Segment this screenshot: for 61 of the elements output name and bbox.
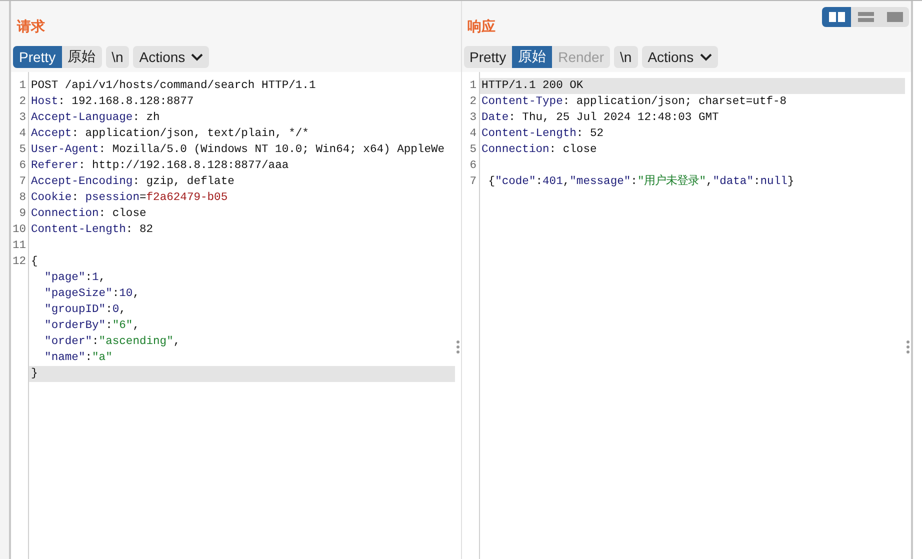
newline-button[interactable]: \n: [106, 46, 130, 68]
code-line: "name":"a": [44, 350, 114, 366]
pane-title: 响应: [468, 18, 496, 36]
line-number: 4: [18, 127, 27, 142]
line-number: 7: [468, 175, 478, 190]
code-line: Accept-Language: zh: [30, 110, 161, 126]
line-number: 1: [18, 79, 27, 94]
line-number: 5: [468, 143, 478, 158]
square-icon: [886, 12, 902, 22]
code-line: "page":1,: [44, 270, 107, 286]
code-line: Cookie: psession=f2a62479-b05: [30, 190, 229, 206]
view-tab[interactable]: 原始: [512, 46, 552, 68]
line-number: 2: [468, 95, 478, 110]
line-number: 3: [18, 111, 27, 126]
line-number: 3: [468, 111, 478, 126]
line-number: 9: [18, 207, 27, 222]
line-number: 11: [11, 239, 27, 254]
view-tab[interactable]: Pretty: [13, 46, 62, 68]
line-number: 12: [11, 255, 27, 270]
line-number: 5: [18, 143, 27, 158]
two-rows-icon: [858, 12, 874, 22]
line-number: 7: [18, 175, 27, 190]
code-line: POST /api/v1/hosts/command/search HTTP/1.1: [30, 78, 317, 94]
code-line: Referer: http://192.168.8.128:8877/aaa: [30, 158, 290, 174]
two-columns-icon: [828, 12, 844, 22]
view-tab[interactable]: Pretty: [464, 46, 512, 68]
code-line: "order":"ascending",: [44, 334, 182, 350]
drag-handle-icon: [456, 340, 460, 354]
code-line: "orderBy":"6",: [44, 318, 140, 334]
line-number: 2: [18, 95, 27, 110]
layout-stacked-button[interactable]: [851, 7, 880, 27]
code-line: Host: 192.168.8.128:8877: [30, 95, 195, 110]
line-number: 10: [11, 223, 27, 238]
view-tab[interactable]: 原始: [62, 46, 102, 68]
code-line: Connection: close: [30, 206, 148, 222]
code-line: Content-Type: application/json; charset=utf-8: [480, 94, 788, 110]
code-line: User-Agent: Mozilla/5.0 (Windows NT 10.0; Win64; x64) AppleWe: [30, 142, 446, 158]
code-line: "pageSize":10,: [44, 286, 140, 302]
layout-split-button[interactable]: [822, 7, 851, 27]
code-line: "groupID":0,: [44, 302, 127, 318]
line-number: 8: [18, 191, 27, 206]
actions-button[interactable]: Actions: [133, 46, 210, 68]
code-line: Connection: close: [480, 142, 598, 158]
code-line: {: [30, 254, 39, 270]
code-line: Date: Thu, 25 Jul 2024 12:48:03 GMT: [480, 110, 720, 126]
code-line: Content-Length: 82: [30, 222, 154, 238]
line-number: 6: [18, 159, 27, 174]
chevron-down-icon: [191, 53, 204, 61]
line-number: 6: [468, 159, 478, 174]
actions-button[interactable]: Actions: [642, 46, 718, 68]
pane-title: 请求: [17, 18, 45, 36]
newline-button[interactable]: \n: [614, 46, 638, 68]
line-number: 1: [468, 79, 478, 94]
drag-handle-icon: [906, 340, 910, 354]
code-line: Accept-Encoding: gzip, deflate: [30, 174, 236, 190]
code-line: Accept: application/json, text/plain, */*: [30, 126, 310, 142]
line-number: 4: [468, 127, 478, 142]
chevron-down-icon: [700, 53, 712, 61]
layout-single-button[interactable]: [880, 7, 909, 27]
code-line: {"code":401,"message":"用户未登录","data":null}: [487, 174, 796, 190]
code-line: Content-Length: 52: [480, 126, 605, 142]
